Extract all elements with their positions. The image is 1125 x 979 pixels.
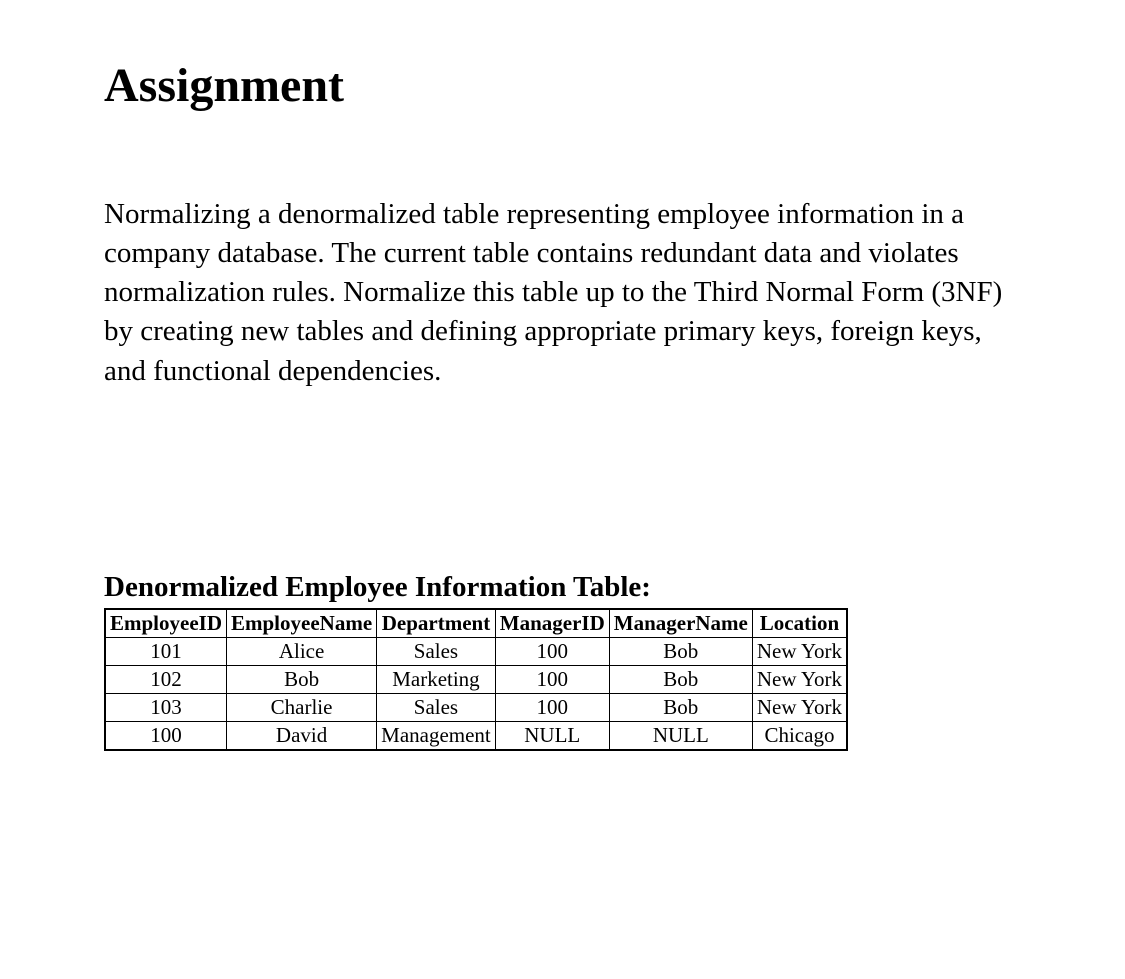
table-row: 103 Charlie Sales 100 Bob New York: [105, 693, 847, 721]
table-cell: 103: [105, 693, 227, 721]
table-cell: 100: [495, 693, 609, 721]
table-cell: Bob: [609, 693, 752, 721]
table-cell: Bob: [609, 665, 752, 693]
table-header-row: EmployeeID EmployeeName Department Manag…: [105, 609, 847, 638]
table-cell: Management: [377, 721, 496, 750]
table-header: ManagerID: [495, 609, 609, 638]
table-cell: Charlie: [227, 693, 377, 721]
table-header: EmployeeID: [105, 609, 227, 638]
table-header: Department: [377, 609, 496, 638]
table-header: Location: [752, 609, 847, 638]
page-title: Assignment: [104, 58, 1025, 113]
table-cell: 102: [105, 665, 227, 693]
table-cell: New York: [752, 693, 847, 721]
table-caption: Denormalized Employee Information Table:: [104, 571, 1025, 604]
table-cell: 101: [105, 637, 227, 665]
table-row: 101 Alice Sales 100 Bob New York: [105, 637, 847, 665]
table-cell: Sales: [377, 693, 496, 721]
table-cell: NULL: [495, 721, 609, 750]
table-cell: New York: [752, 637, 847, 665]
table-row: 100 David Management NULL NULL Chicago: [105, 721, 847, 750]
table-cell: David: [227, 721, 377, 750]
table-cell: NULL: [609, 721, 752, 750]
employee-table: EmployeeID EmployeeName Department Manag…: [104, 608, 848, 751]
table-header: ManagerName: [609, 609, 752, 638]
table-cell: 100: [105, 721, 227, 750]
table-cell: Bob: [227, 665, 377, 693]
table-cell: Sales: [377, 637, 496, 665]
table-cell: Alice: [227, 637, 377, 665]
table-cell: Chicago: [752, 721, 847, 750]
table-header: EmployeeName: [227, 609, 377, 638]
table-cell: Bob: [609, 637, 752, 665]
table-cell: 100: [495, 665, 609, 693]
table-row: 102 Bob Marketing 100 Bob New York: [105, 665, 847, 693]
table-cell: Marketing: [377, 665, 496, 693]
assignment-description: Normalizing a denormalized table represe…: [104, 195, 1024, 391]
table-cell: 100: [495, 637, 609, 665]
table-cell: New York: [752, 665, 847, 693]
